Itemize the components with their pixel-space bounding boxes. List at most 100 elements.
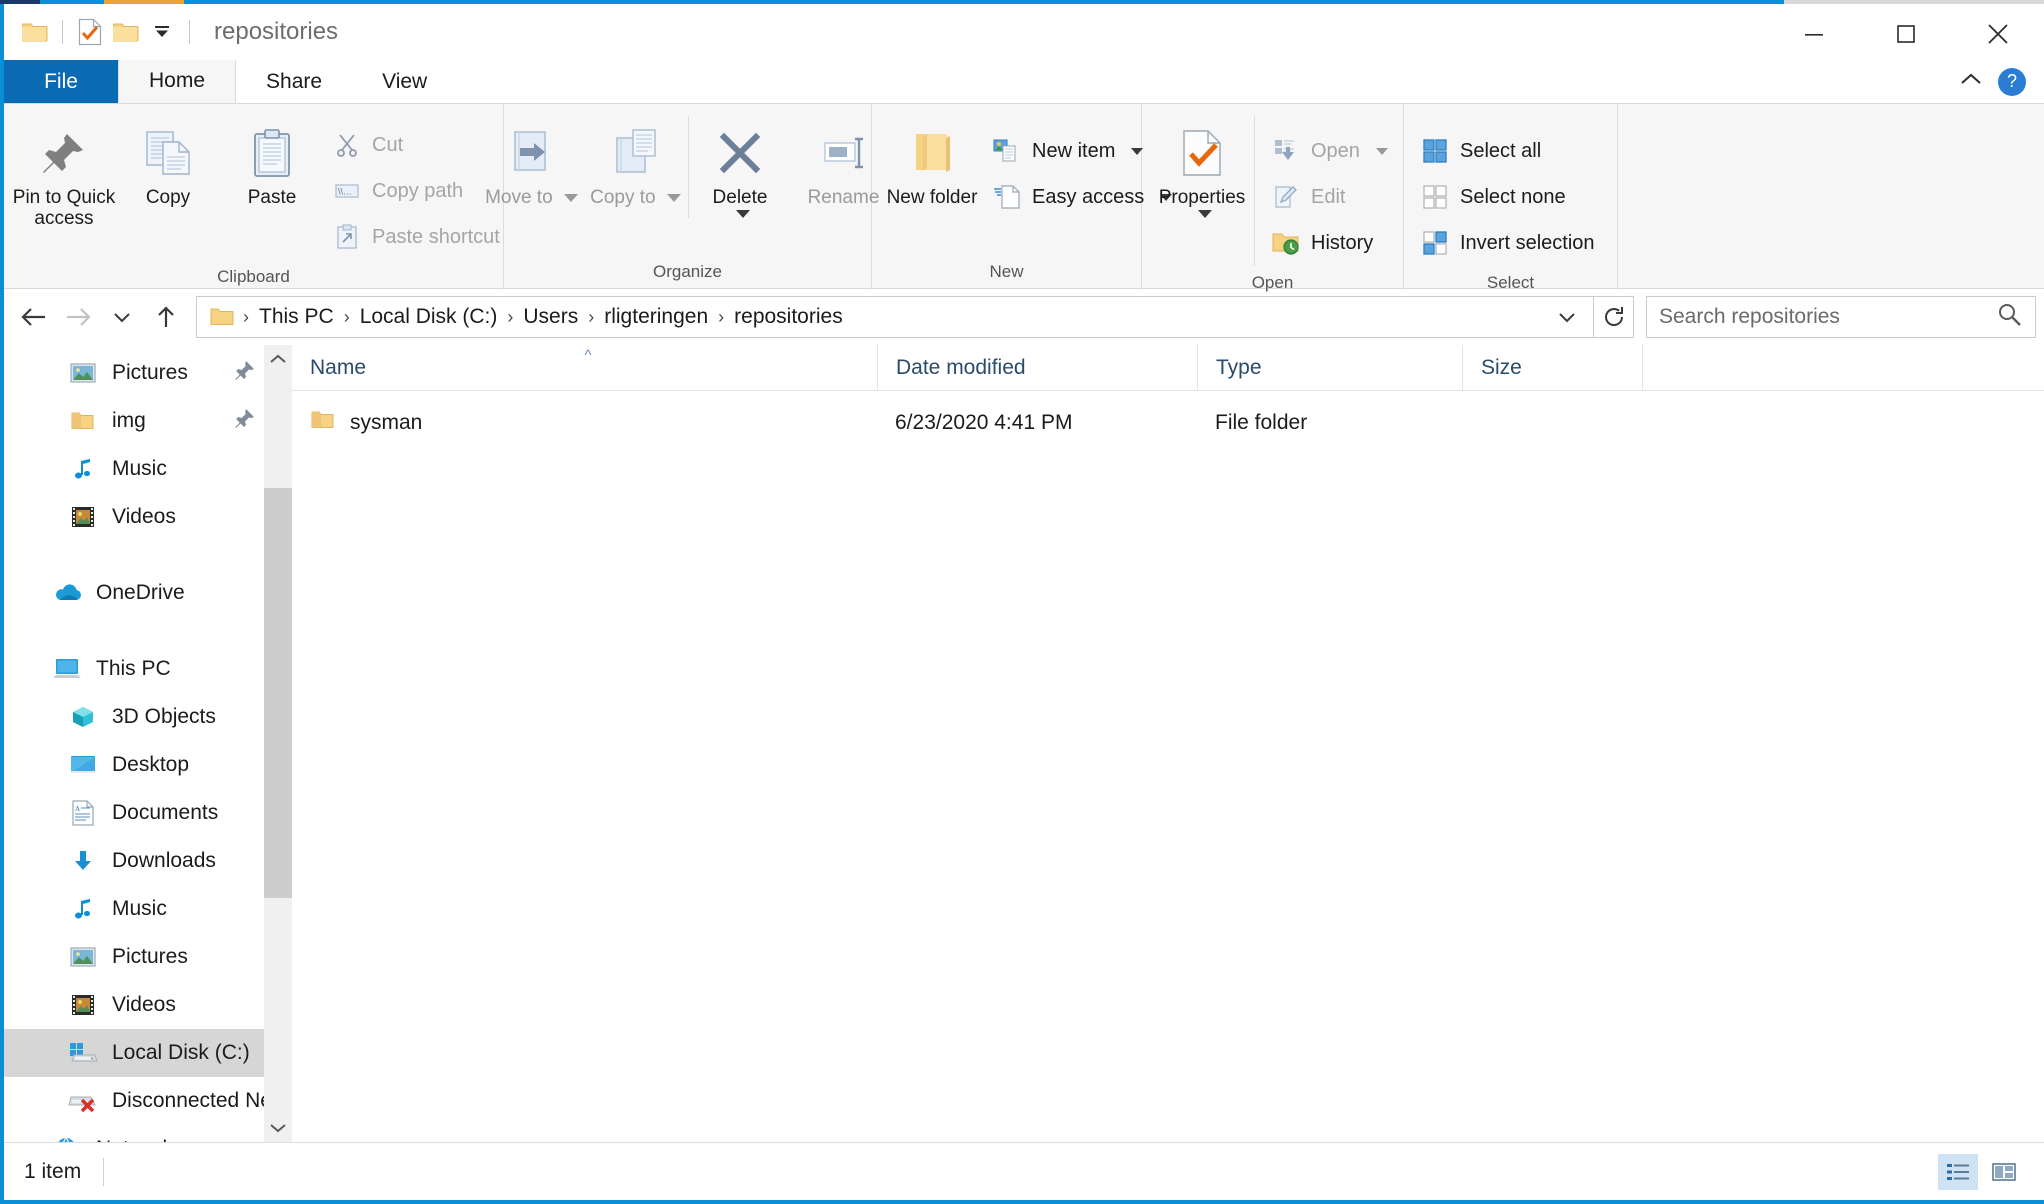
breadcrumb-item-rligteringen[interactable]: rligteringen: [598, 305, 714, 329]
breadcrumb-item-this-pc[interactable]: This PC: [253, 305, 340, 329]
chevron-down-icon[interactable]: [736, 210, 750, 219]
open-button[interactable]: Open: [1263, 128, 1396, 174]
column-header-date-modified[interactable]: Date modified: [877, 345, 1197, 390]
tab-home[interactable]: Home: [118, 60, 237, 103]
details-view-button[interactable]: [1938, 1153, 1978, 1190]
select-all-icon: [1420, 136, 1450, 166]
checkmark-document-icon[interactable]: [73, 15, 107, 49]
chevron-down-icon[interactable]: [1198, 210, 1212, 219]
3d-objects-icon: [66, 702, 100, 732]
up-one-level-button[interactable]: [144, 295, 188, 339]
scroll-down-button[interactable]: [264, 1114, 292, 1142]
move-to-button[interactable]: Move to: [480, 116, 584, 208]
breadcrumb-separator: ›: [588, 306, 595, 327]
refresh-button[interactable]: [1594, 296, 1634, 338]
paste-shortcut-button[interactable]: Paste shortcut: [324, 214, 508, 260]
invert-selection-button[interactable]: Invert selection: [1412, 220, 1603, 266]
select-none-icon: [1420, 182, 1450, 212]
chevron-down-icon[interactable]: [145, 15, 179, 49]
sidebar-item-this-pc[interactable]: This PC: [4, 645, 292, 693]
minimize-button[interactable]: [1768, 4, 1860, 64]
sidebar-item-music-quick[interactable]: Music: [4, 445, 292, 493]
delete-button[interactable]: Delete: [687, 116, 792, 219]
main-area: Pictures img Music Videos OneDrive This …: [4, 345, 2044, 1142]
ribbon-group-label-select: Select: [1486, 273, 1535, 292]
music-icon: [66, 454, 100, 484]
paste-button[interactable]: Paste: [220, 116, 324, 208]
sidebar-item-documents[interactable]: A Documents: [4, 789, 292, 837]
select-all-button[interactable]: Select all: [1412, 128, 1603, 174]
documents-icon: A: [66, 798, 100, 828]
column-header-extra[interactable]: [1642, 345, 2044, 390]
chevron-up-icon[interactable]: [1958, 70, 1984, 93]
sidebar-item-desktop[interactable]: Desktop: [4, 741, 292, 789]
breadcrumb-item-local-disk[interactable]: Local Disk (C:): [354, 305, 504, 329]
sidebar-item-3d-objects[interactable]: 3D Objects: [4, 693, 292, 741]
table-row[interactable]: sysman 6/23/2020 4:41 PM File folder: [292, 399, 2044, 447]
sidebar-item-disconnected-network-drive[interactable]: Disconnected Ne: [4, 1077, 292, 1125]
pin-icon[interactable]: [234, 407, 256, 435]
scrollbar-track[interactable]: [264, 373, 292, 1114]
easy-access-icon: [992, 182, 1022, 212]
sidebar-item-pictures-quick[interactable]: Pictures: [4, 349, 292, 397]
sidebar-item-pictures[interactable]: Pictures: [4, 933, 292, 981]
sidebar-label: Local Disk (C:): [112, 1041, 250, 1064]
chevron-down-icon[interactable]: [1549, 309, 1585, 325]
chevron-down-icon[interactable]: [666, 193, 681, 202]
ribbon-group-label-organize: Organize: [653, 262, 722, 281]
sidebar-item-music[interactable]: Music: [4, 885, 292, 933]
close-button[interactable]: [1952, 4, 2044, 64]
file-date-modified-cell: 6/23/2020 4:41 PM: [895, 411, 1073, 434]
chevron-down-icon[interactable]: [1375, 147, 1388, 155]
breadcrumb-item-repositories[interactable]: repositories: [728, 305, 849, 329]
tab-file-label: File: [44, 69, 78, 93]
chevron-down-icon[interactable]: [563, 193, 578, 202]
file-name-cell[interactable]: sysman: [292, 409, 877, 437]
column-header-name[interactable]: ^ Name: [292, 345, 877, 390]
recent-locations-button[interactable]: [100, 295, 144, 339]
sidebar-item-onedrive[interactable]: OneDrive: [4, 569, 292, 617]
sidebar-item-local-disk-c[interactable]: Local Disk (C:): [4, 1029, 292, 1077]
tab-file[interactable]: File: [4, 60, 118, 103]
large-icons-view-button[interactable]: [1984, 1154, 2024, 1190]
new-folder-button[interactable]: New folder: [880, 116, 984, 208]
search-icon[interactable]: [1997, 302, 2023, 333]
help-icon[interactable]: ?: [1998, 67, 2026, 96]
select-none-button[interactable]: Select none: [1412, 174, 1603, 220]
copy-path-label: Copy path: [372, 179, 464, 202]
breadcrumb-item-users[interactable]: Users: [517, 305, 584, 329]
tab-share[interactable]: Share: [236, 60, 352, 103]
scroll-up-button[interactable]: [264, 345, 292, 373]
sidebar-item-network[interactable]: Network: [4, 1125, 292, 1142]
folder-icon[interactable]: [109, 15, 143, 49]
forward-button: [56, 295, 100, 339]
pin-to-quick-access-button[interactable]: Pin to Quick access: [12, 116, 116, 230]
sidebar-item-downloads[interactable]: Downloads: [4, 837, 292, 885]
sidebar-item-videos[interactable]: Videos: [4, 981, 292, 1029]
search-input[interactable]: Search repositories: [1646, 296, 2036, 338]
properties-button[interactable]: Properties: [1150, 116, 1254, 219]
column-header-type-label: Type: [1216, 355, 1262, 379]
onedrive-icon: [50, 578, 84, 608]
copy-button[interactable]: Copy: [116, 116, 220, 208]
column-header-type[interactable]: Type: [1197, 345, 1462, 390]
scrollbar-thumb[interactable]: [264, 488, 292, 898]
edit-button[interactable]: Edit: [1263, 174, 1396, 220]
new-item-icon: [992, 136, 1022, 166]
address-bar: › This PC › Local Disk (C:) › Users › rl…: [4, 289, 2044, 345]
tab-view[interactable]: View: [352, 60, 457, 103]
maximize-button[interactable]: [1860, 4, 1952, 64]
sidebar-item-videos-quick[interactable]: Videos: [4, 493, 292, 541]
videos-icon: [66, 502, 100, 532]
navigation-scrollbar[interactable]: [264, 345, 292, 1142]
rename-icon: [817, 122, 871, 184]
history-button[interactable]: History: [1263, 220, 1396, 266]
sidebar-item-img[interactable]: img: [4, 397, 292, 445]
breadcrumb[interactable]: › This PC › Local Disk (C:) › Users › rl…: [196, 296, 1594, 338]
copy-to-button[interactable]: Copy to: [584, 116, 688, 208]
folder-icon[interactable]: [18, 15, 52, 49]
back-button[interactable]: [12, 295, 56, 339]
column-header-size[interactable]: Size: [1462, 345, 1642, 390]
pin-icon[interactable]: [234, 359, 256, 387]
